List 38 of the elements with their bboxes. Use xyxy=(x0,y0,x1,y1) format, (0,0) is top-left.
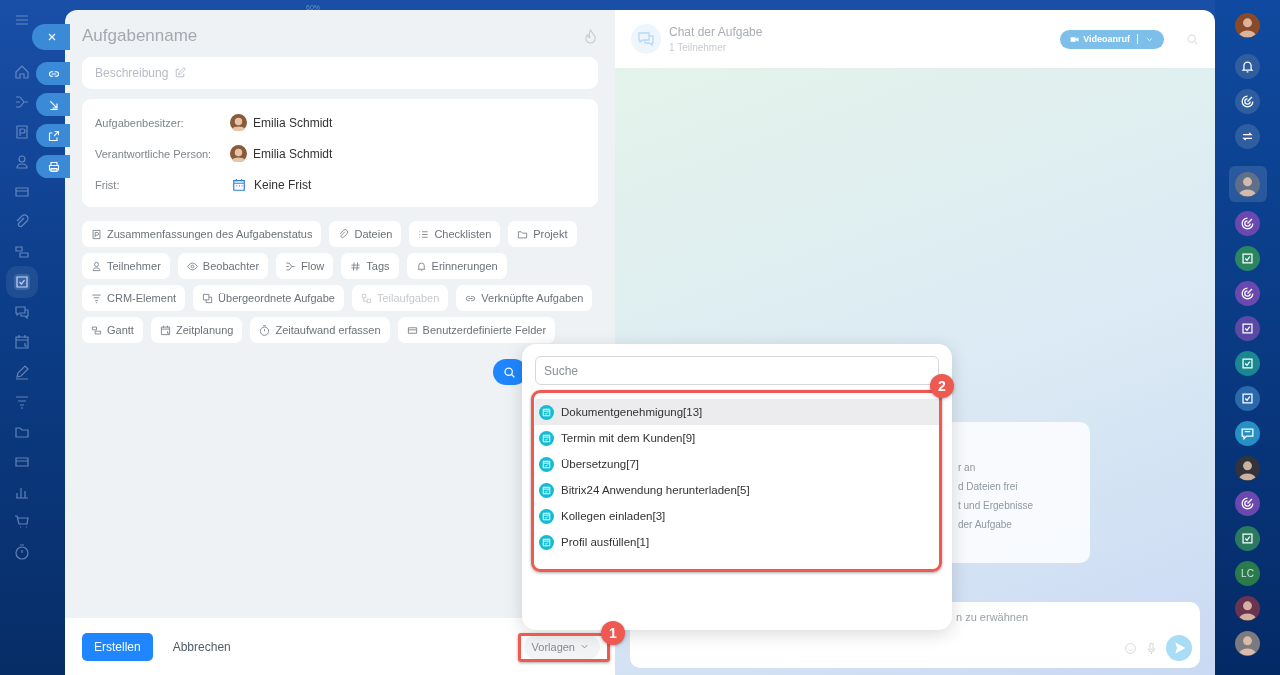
field-label: Frist: xyxy=(95,178,121,191)
field-value[interactable]: Emilia Schmidt xyxy=(253,115,333,130)
info-text: der Aufgabe xyxy=(958,519,1013,530)
info-text: d Dateien frei xyxy=(958,481,1019,492)
field-chip[interactable]: Erinnerungen xyxy=(406,253,507,279)
field-chip[interactable]: Teilnehmer xyxy=(82,253,170,279)
field-chip[interactable]: Benutzerdefinierte Felder xyxy=(397,317,556,343)
field-chip[interactable]: Zeitplanung xyxy=(150,317,243,343)
field-chip[interactable]: Beobachter xyxy=(177,253,269,279)
template-item[interactable]: Dokumentgenehmigung[13] xyxy=(535,399,939,425)
create-button[interactable]: Erstellen xyxy=(82,632,153,661)
cancel-button[interactable]: Abbrechen xyxy=(160,632,243,661)
field-value[interactable]: Keine Frist xyxy=(254,177,312,192)
field-chip[interactable]: Flow xyxy=(276,253,334,279)
field-chip[interactable]: Übergeordnete Aufgabe xyxy=(193,285,344,311)
field-chip[interactable]: Tags xyxy=(341,253,399,279)
field-chip[interactable]: Zeitaufwand erfassen xyxy=(250,317,390,343)
template-item[interactable]: Termin mit dem Kunden[9] xyxy=(535,425,939,451)
template-item[interactable]: Bitrix24 Anwendung herunterladen[5] xyxy=(535,477,939,503)
chat-title: Chat der Aufgabe xyxy=(669,25,763,39)
field-chip[interactable]: Gantt xyxy=(82,317,143,343)
template-item[interactable]: Profil ausfüllen[1] xyxy=(535,529,939,555)
field-chip[interactable]: Dateien xyxy=(329,221,402,247)
field-chip[interactable]: Projekt xyxy=(508,221,577,247)
field-chip[interactable]: Zusammenfassungen des Aufgabenstatus xyxy=(82,221,322,247)
search-field[interactable]: Suche xyxy=(535,356,939,385)
field-label: Aufgabenbesitzer: xyxy=(95,116,185,129)
template-item[interactable]: Kollegen einladen[3] xyxy=(535,503,939,529)
user-initials[interactable]: LC xyxy=(1235,561,1260,586)
field-chip[interactable]: Checklisten xyxy=(409,221,501,247)
field-label: Verantwortliche Person: xyxy=(95,147,213,160)
field-chip[interactable]: Verknüpfte Aufgaben xyxy=(456,285,593,311)
template-item[interactable]: Übersetzung[7] xyxy=(535,451,939,477)
templates-button[interactable]: Vorlagen xyxy=(523,634,600,659)
field-chip[interactable]: CRM-Element xyxy=(82,285,186,311)
info-text: t und Ergebnisse xyxy=(958,500,1035,511)
info-text: r an xyxy=(958,462,977,473)
field-value[interactable]: Emilia Schmidt xyxy=(253,146,333,161)
